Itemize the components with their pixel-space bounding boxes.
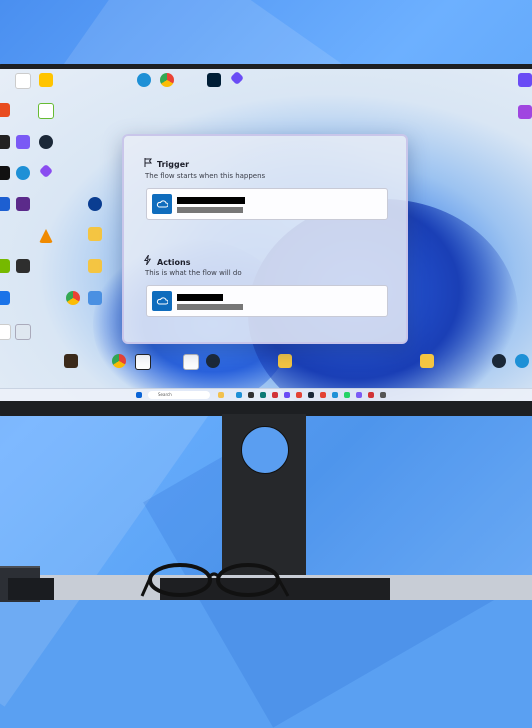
- taskbar-icon[interactable]: [284, 392, 290, 398]
- desktop-icon[interactable]: [222, 70, 252, 86]
- eyeglasses: [140, 563, 290, 597]
- stand-cable-hole: [241, 426, 289, 474]
- taskbar-icon[interactable]: [332, 392, 338, 398]
- desktop-icon[interactable]: [0, 324, 18, 340]
- flag-icon: [144, 158, 154, 169]
- desktop-icon[interactable]: [80, 291, 110, 305]
- cloud-icon: [152, 194, 172, 214]
- taskbar-icon[interactable]: [260, 392, 266, 398]
- taskbar-icon[interactable]: [296, 392, 302, 398]
- taskbar-icon[interactable]: [356, 392, 362, 398]
- desktop-icon[interactable]: [56, 354, 86, 368]
- taskbar-search[interactable]: Search: [148, 391, 210, 399]
- desktop-icon[interactable]: [0, 103, 18, 117]
- edge-icon[interactable]: [507, 354, 532, 368]
- desktop-icon[interactable]: [510, 73, 532, 87]
- trigger-step[interactable]: [146, 188, 388, 220]
- trigger-title: Trigger: [157, 160, 190, 169]
- folder-icon[interactable]: [412, 354, 442, 368]
- folder-icon[interactable]: [80, 259, 110, 273]
- taskbar-icon[interactable]: [218, 392, 224, 398]
- taskbar-icon[interactable]: [344, 392, 350, 398]
- taskbar-icon[interactable]: [320, 392, 326, 398]
- taskbar-icon[interactable]: [308, 392, 314, 398]
- lightning-icon: [143, 254, 154, 267]
- desktop-icon[interactable]: [510, 105, 532, 119]
- desktop-icon[interactable]: [31, 163, 61, 179]
- desktop-icon[interactable]: [0, 291, 18, 305]
- steam-icon[interactable]: [198, 354, 228, 368]
- action-step[interactable]: [146, 285, 388, 317]
- folder-icon[interactable]: [270, 354, 300, 368]
- trigger-subtitle: The flow starts when this happens: [145, 172, 266, 180]
- folder-icon[interactable]: [80, 227, 110, 241]
- actions-title: Actions: [157, 258, 191, 267]
- taskbar-icon[interactable]: [248, 392, 254, 398]
- flow-card: Trigger The flow starts when this happen…: [122, 134, 408, 344]
- taskbar-icon[interactable]: [380, 392, 386, 398]
- desktop-icon[interactable]: [0, 259, 18, 273]
- desktop-icon[interactable]: [31, 103, 61, 119]
- redacted-step-detail: [177, 304, 243, 310]
- steam-icon[interactable]: [31, 135, 61, 149]
- desktop-icon[interactable]: [80, 197, 110, 211]
- desktop-icon[interactable]: [0, 135, 18, 149]
- desktop-icon[interactable]: [0, 197, 18, 211]
- trigger-heading: Trigger: [144, 158, 189, 169]
- desktop-icon[interactable]: [31, 73, 61, 87]
- taskbar-icon[interactable]: [236, 392, 242, 398]
- cloud-icon: [152, 291, 172, 311]
- books: [8, 578, 54, 600]
- redacted-step-detail: [177, 207, 243, 213]
- start-icon[interactable]: [136, 392, 142, 398]
- redacted-step-name: [177, 197, 245, 204]
- redacted-step-name: [177, 294, 223, 301]
- actions-heading: Actions: [143, 254, 191, 267]
- vlc-icon[interactable]: [31, 229, 61, 243]
- actions-subtitle: This is what the flow will do: [145, 269, 242, 277]
- chrome-icon[interactable]: [152, 73, 182, 87]
- taskbar: Search: [0, 388, 532, 401]
- desktop-icon[interactable]: [128, 354, 158, 370]
- taskbar-icon[interactable]: [368, 392, 374, 398]
- taskbar-icon[interactable]: [272, 392, 278, 398]
- desktop-icon[interactable]: [0, 166, 18, 180]
